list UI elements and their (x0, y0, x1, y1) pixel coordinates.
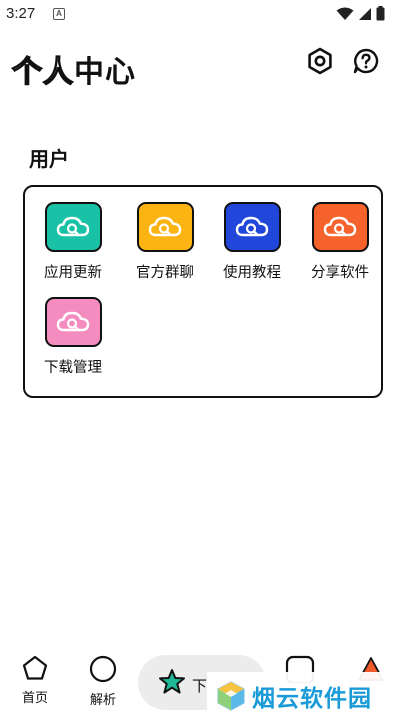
tool-icon-tile (311, 202, 369, 252)
tool-icon-tile (223, 202, 281, 252)
tool-icon-tile (136, 202, 194, 252)
cloud-search-icon (56, 216, 90, 237)
tool-icon-tile (44, 297, 102, 347)
page-title-solid: 中心 (74, 55, 136, 90)
tool-tutorial[interactable]: 使用教程 (212, 202, 292, 282)
tool-label: 应用更新 (44, 265, 102, 281)
tool-label: 下载管理 (44, 360, 102, 376)
star-icon (159, 669, 185, 694)
status-indicators (336, 6, 385, 21)
section-title: 用户 (29, 147, 69, 171)
nav-parse[interactable]: 解析 (86, 655, 120, 708)
cloud-search-icon (235, 216, 269, 237)
user-tools-card: 应用更新 官方群聊 使用教程 分享软件 下载管理 (23, 185, 383, 398)
tool-download-manager[interactable]: 下载管理 (33, 297, 113, 377)
page-title: 个人中心 (11, 47, 136, 91)
status-time: 3:27 (6, 5, 36, 22)
cube-logo-icon (217, 681, 245, 711)
settings-button[interactable] (305, 46, 335, 76)
status-bar: 3:27 A (0, 0, 405, 28)
tool-official-group[interactable]: 官方群聊 (125, 202, 205, 282)
cloud-search-icon (56, 311, 90, 332)
battery-icon (376, 6, 385, 21)
help-bubble-icon (353, 48, 379, 74)
watermark: 烟云软件园 (207, 672, 405, 720)
wifi-icon (336, 7, 354, 20)
hexagon-nut-icon (308, 47, 332, 75)
header: 个人中心 (0, 40, 405, 91)
tool-app-update[interactable]: 应用更新 (33, 202, 113, 282)
nav-parse-label: 解析 (89, 693, 116, 708)
page-title-outline: 个人 (11, 54, 74, 90)
watermark-text: 烟云软件园 (252, 686, 372, 712)
tool-icon-tile (44, 202, 102, 252)
cellular-signal-icon (359, 7, 371, 20)
nav-home[interactable]: 首页 (18, 655, 52, 706)
pentagon-icon (22, 655, 48, 680)
nav-home-label: 首页 (21, 691, 48, 706)
tool-label: 使用教程 (223, 265, 281, 281)
tool-label: 分享软件 (311, 265, 369, 281)
notification-icon: A (53, 8, 65, 20)
tool-share-app[interactable]: 分享软件 (300, 202, 380, 282)
circle-icon (89, 655, 117, 683)
nav-active-label: 下 (192, 677, 208, 695)
cloud-search-icon (148, 216, 182, 237)
cloud-search-icon (323, 216, 357, 237)
help-button[interactable] (351, 46, 381, 76)
tool-label: 官方群聊 (136, 265, 194, 281)
